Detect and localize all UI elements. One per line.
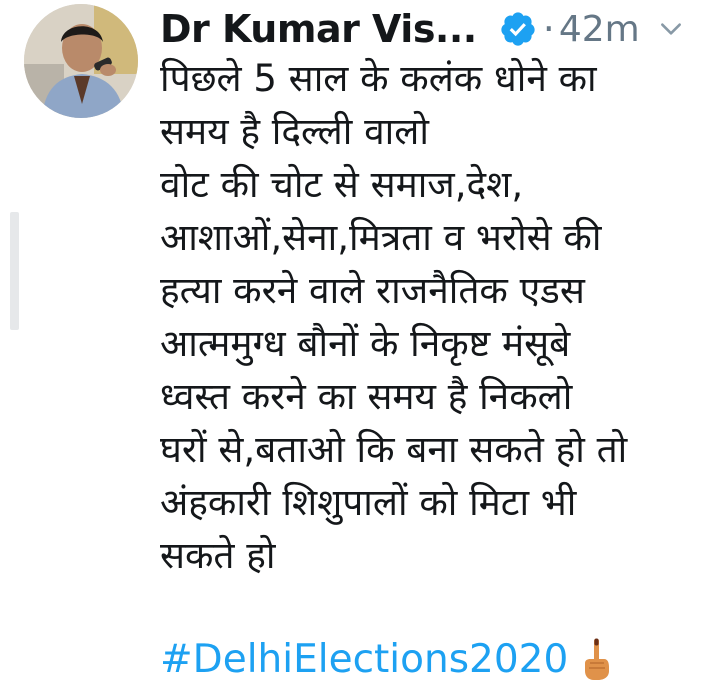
scroll-indicator [10,212,19,330]
tweet-body: पिछले 5 साल के कलंक धोने का समय है दिल्ल… [160,52,715,582]
tweet-timestamp[interactable]: 42m [559,9,640,50]
author-name[interactable]: Dr Kumar Vis... [160,7,477,51]
verified-badge-icon [499,10,537,48]
tweet-line: आत्ममुग्ध बौनों के निकृष्ट मंसूबे [160,322,571,365]
author-avatar[interactable] [24,4,138,118]
tweet-line: सकते हो [160,534,276,577]
tweet-header: Dr Kumar Vis... · 42m [160,2,715,56]
tweet-line: समय है दिल्ली वालो [160,110,429,153]
hashtag-link[interactable]: #DelhiElections2020 [160,637,568,682]
hashtag-row: #DelhiElections2020 [160,632,612,686]
inked-finger-emoji-icon [582,637,612,681]
tweet-line: वोट की चोट से समाज,देश, [160,163,524,206]
tweet-line: आशाओं,सेना,मित्रता व भरोसे की [160,216,602,259]
tweet-line: पिछले 5 साल के कलंक धोने का [160,57,597,100]
tweet-line: घरों से,बताओ कि बना सकते हो तो [160,428,628,471]
tweet-line: अंहकारी शिशुपालों को मिटा भी [160,481,577,524]
separator-dot: · [542,7,555,51]
tweet-line: हत्या करने वाले राजनैतिक एडस [160,269,585,312]
chevron-down-icon[interactable] [658,16,684,42]
tweet-line: ध्वस्त करने का समय है निकलो [160,375,573,418]
